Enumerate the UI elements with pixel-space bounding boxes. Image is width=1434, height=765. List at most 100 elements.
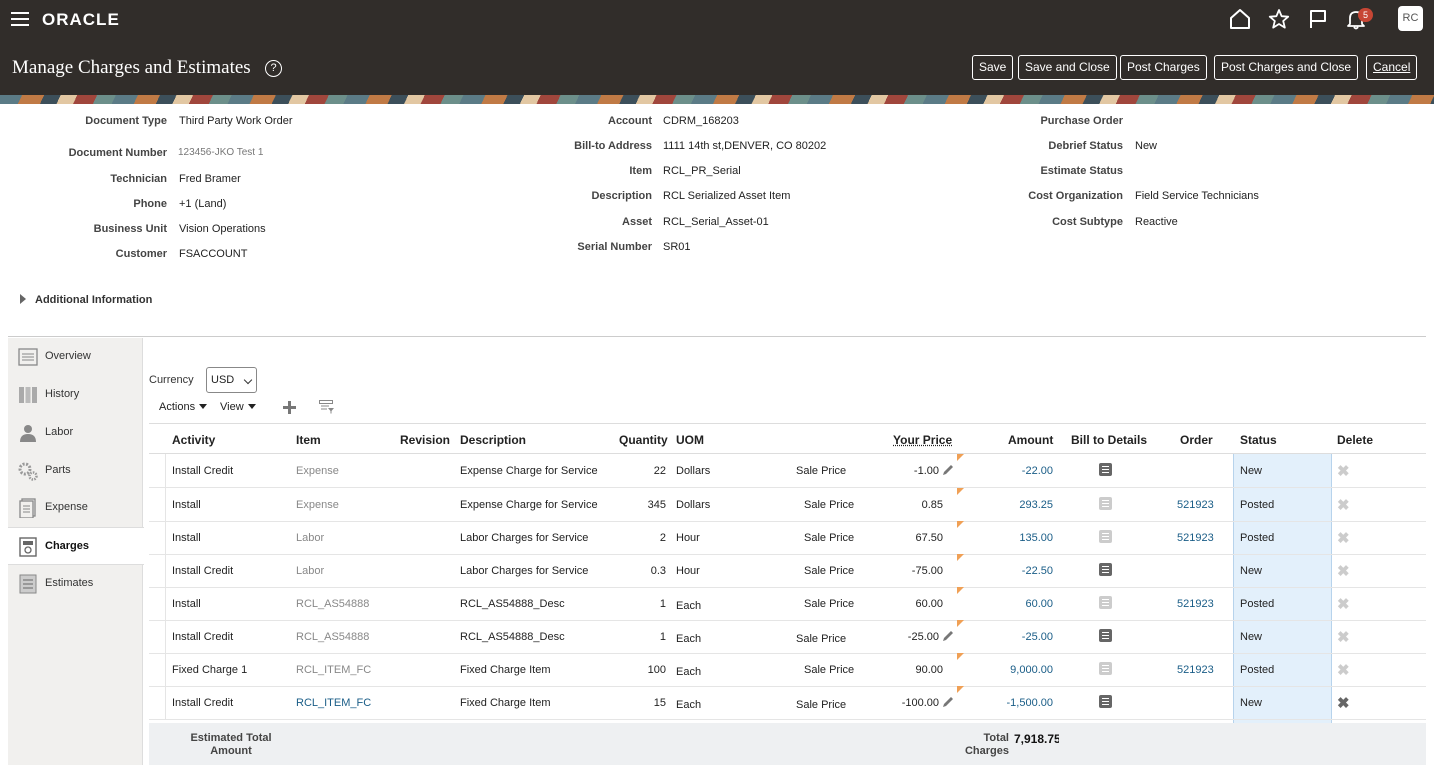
delete-icon[interactable]: ✖ — [1337, 462, 1350, 480]
item-cell: Labor — [296, 532, 325, 544]
row-selector[interactable] — [149, 521, 166, 554]
delete-icon[interactable]: ✖ — [1337, 562, 1350, 580]
edit-pencil-icon[interactable] — [941, 463, 955, 477]
delete-icon[interactable]: ✖ — [1337, 694, 1350, 712]
activity-cell: Install Credit — [172, 565, 234, 577]
amount-cell[interactable]: -22.50 — [969, 565, 1053, 577]
your-price-cell[interactable]: -100.00 — [853, 697, 939, 709]
col-amount[interactable]: Amount — [1008, 433, 1053, 447]
save-button[interactable]: Save — [972, 55, 1014, 80]
bill-to-details-icon[interactable] — [1099, 463, 1112, 476]
add-row-icon[interactable] — [283, 401, 296, 414]
currency-select[interactable]: USD — [206, 367, 257, 393]
nav-item-labor[interactable]: Labor — [8, 414, 143, 452]
favorites-star-icon[interactable] — [1268, 8, 1290, 30]
nav-item-overview[interactable]: Overview — [8, 338, 143, 376]
row-selector[interactable] — [149, 620, 166, 653]
uom-cell: Each — [676, 633, 702, 645]
table-row[interactable]: Install Expense Expense Charge for Service… — [149, 488, 1426, 522]
menu-icon[interactable] — [11, 12, 29, 26]
actions-menu[interactable]: Actions — [159, 401, 208, 413]
description-cell: Expense Charge for Service — [460, 499, 598, 511]
description-cell: Fixed Charge Item — [460, 664, 551, 676]
post-charges-button[interactable]: Post Charges — [1120, 55, 1207, 80]
col-status[interactable]: Status — [1240, 433, 1277, 447]
row-selector[interactable] — [149, 587, 166, 620]
order-link[interactable]: 521923 — [1177, 664, 1214, 676]
your-price-cell[interactable]: -1.00 — [853, 465, 939, 477]
col-your-price[interactable]: Your Price — [893, 433, 952, 447]
bill-to-details-icon[interactable] — [1099, 629, 1112, 642]
your-price-cell[interactable]: -25.00 — [853, 631, 939, 643]
nav-item-charges[interactable]: Charges — [8, 527, 144, 565]
help-icon[interactable]: ? — [265, 60, 282, 77]
additional-information-toggle[interactable]: Additional Information — [20, 294, 152, 306]
business-unit-label: Business Unit — [93, 223, 167, 235]
delete-icon[interactable]: ✖ — [1337, 628, 1350, 646]
table-row[interactable]: Install Labor Labor Charges for Service 2 Ho… — [149, 521, 1426, 555]
col-item[interactable]: Item — [296, 433, 321, 447]
total-charges-label: Total Charges — [949, 732, 1009, 758]
cancel-button[interactable]: Cancel — [1366, 55, 1418, 80]
flag-icon[interactable] — [1307, 8, 1329, 30]
delete-icon[interactable]: ✖ — [1337, 496, 1350, 514]
delete-icon[interactable]: ✖ — [1337, 529, 1350, 547]
col-description[interactable]: Description — [460, 433, 526, 447]
order-link[interactable]: 521923 — [1177, 532, 1214, 544]
customer-label: Customer — [115, 248, 167, 260]
user-avatar[interactable]: RC — [1398, 6, 1423, 31]
row-selector[interactable] — [149, 653, 166, 686]
bill-to-details-icon[interactable] — [1099, 695, 1112, 708]
row-selector[interactable] — [149, 686, 166, 719]
bill-to-details-icon[interactable] — [1099, 563, 1112, 576]
your-price-cell: 90.00 — [915, 664, 943, 676]
activity-cell: Install — [172, 499, 201, 511]
amount-cell[interactable]: -1,500.00 — [969, 697, 1053, 709]
debrief-status-label: Debrief Status — [1048, 140, 1123, 152]
col-quantity[interactable]: Quantity — [619, 433, 668, 447]
table-row[interactable]: Install RCL_AS54888 RCL_AS54888_Desc 1 Each S… — [149, 587, 1426, 621]
order-link[interactable]: 521923 — [1177, 499, 1214, 511]
amount-cell[interactable]: 293.25 — [969, 499, 1053, 511]
table-row[interactable]: Install Credit RCL_AS54888 RCL_AS54888_Des… — [149, 620, 1426, 654]
edit-pencil-icon[interactable] — [941, 695, 955, 709]
col-uom[interactable]: UOM — [676, 433, 704, 447]
nav-item-parts[interactable]: Parts — [8, 452, 143, 490]
delete-icon[interactable]: ✖ — [1337, 661, 1350, 679]
col-bill-to-details[interactable]: Bill to Details — [1071, 433, 1147, 447]
bill-to-details-icon — [1099, 497, 1112, 510]
nav-item-expense[interactable]: Expense — [8, 489, 143, 527]
col-revision[interactable]: Revision — [400, 433, 450, 447]
col-order[interactable]: Order — [1180, 433, 1213, 447]
nav-item-estimates[interactable]: Estimates — [8, 565, 143, 603]
save-and-close-button[interactable]: Save and Close — [1018, 55, 1117, 80]
query-by-example-icon[interactable] — [319, 400, 335, 414]
item-cell[interactable]: RCL_ITEM_FC — [296, 697, 371, 709]
post-charges-and-close-button[interactable]: Post Charges and Close — [1214, 55, 1359, 80]
nav-item-history[interactable]: History — [8, 376, 143, 414]
col-activity[interactable]: Activity — [172, 433, 215, 447]
col-delete[interactable]: Delete — [1337, 433, 1373, 447]
home-icon[interactable] — [1229, 8, 1251, 30]
oracle-logo[interactable]: ORACLE — [42, 10, 120, 30]
edit-pencil-icon[interactable] — [941, 629, 955, 643]
table-row[interactable]: Install Credit Labor Labor Charges for Ser… — [149, 554, 1426, 588]
description-cell: Labor Charges for Service — [460, 565, 589, 577]
order-link[interactable]: 521923 — [1177, 598, 1214, 610]
row-selector[interactable] — [149, 488, 166, 521]
row-selector[interactable] — [149, 454, 166, 487]
override-indicator-icon — [957, 521, 964, 528]
charges-icon — [19, 537, 37, 557]
delete-icon[interactable]: ✖ — [1337, 595, 1350, 613]
amount-cell[interactable]: 9,000.00 — [969, 664, 1053, 676]
table-row[interactable]: Install Credit RCL_ITEM_FC Fixed Charge It… — [149, 686, 1426, 720]
amount-cell[interactable]: 135.00 — [969, 532, 1053, 544]
amount-cell[interactable]: 60.00 — [969, 598, 1053, 610]
table-row[interactable]: Fixed Charge 1 RCL_ITEM_FC Fixed Charge It… — [149, 653, 1426, 687]
bill-to-details-icon — [1099, 530, 1112, 543]
amount-cell[interactable]: -22.00 — [969, 465, 1053, 477]
table-row[interactable]: Install Credit Expense Expense Charge for … — [149, 454, 1426, 488]
row-selector[interactable] — [149, 554, 166, 587]
view-menu[interactable]: View — [220, 401, 256, 413]
amount-cell[interactable]: -25.00 — [969, 631, 1053, 643]
